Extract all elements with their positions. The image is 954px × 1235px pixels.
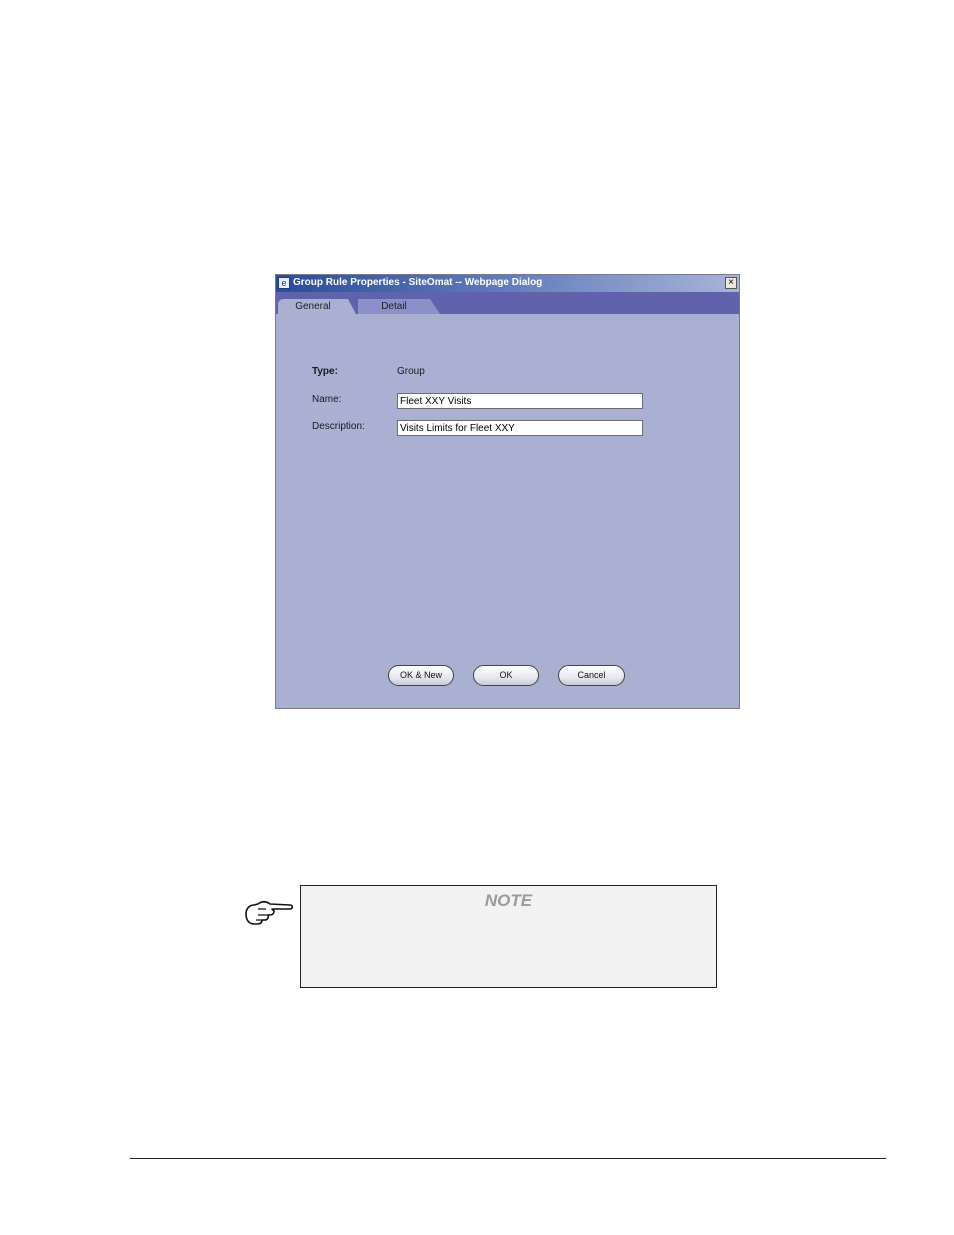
tab-general-label: General	[295, 301, 331, 312]
description-input[interactable]	[397, 420, 643, 436]
ie-page-icon: e	[278, 277, 290, 289]
name-input[interactable]	[397, 393, 643, 409]
type-label: Type:	[312, 366, 338, 377]
tab-general[interactable]: General	[278, 299, 356, 314]
close-icon: ×	[728, 277, 734, 288]
footer-divider	[130, 1158, 886, 1159]
tab-bar: General Detail	[276, 292, 739, 314]
dialog-title: Group Rule Properties - SiteOmat -- Webp…	[293, 277, 543, 288]
webpage-dialog: e Group Rule Properties - SiteOmat -- We…	[275, 274, 740, 709]
type-value: Group	[397, 366, 425, 377]
note-title: NOTE	[484, 891, 533, 910]
cancel-button[interactable]: Cancel	[558, 665, 625, 686]
ok-and-new-button[interactable]: OK & New	[388, 665, 454, 686]
description-label: Description:	[312, 421, 365, 432]
tab-detail-label: Detail	[381, 301, 407, 312]
pointing-hand-icon	[245, 900, 294, 925]
ok-button[interactable]: OK	[473, 665, 539, 686]
dialog-titlebar[interactable]: e Group Rule Properties - SiteOmat -- We…	[276, 275, 739, 292]
name-label: Name:	[312, 394, 342, 405]
close-button[interactable]: ×	[725, 277, 737, 289]
note-box: NOTE	[300, 885, 717, 988]
tab-detail[interactable]: Detail	[358, 299, 440, 314]
